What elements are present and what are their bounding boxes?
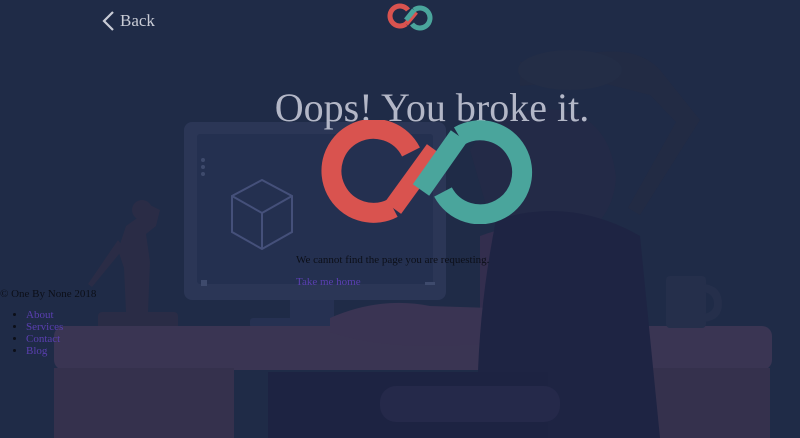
back-button[interactable]: Back <box>100 8 155 34</box>
infinity-logo-icon <box>321 118 533 225</box>
back-label: Back <box>120 11 155 30</box>
chevron-left-icon <box>100 10 116 32</box>
footer-nav-item: About <box>26 309 63 321</box>
nav-link-contact[interactable]: Contact <box>26 333 60 345</box>
take-me-home-link[interactable]: Take me home <box>296 276 361 288</box>
nav-link-blog[interactable]: Blog <box>26 345 47 357</box>
infinity-logo-icon <box>387 3 433 31</box>
footer-nav-item: Contact <box>26 333 63 345</box>
footer-nav: About Services Contact Blog <box>0 309 63 357</box>
brand-logo[interactable] <box>386 3 434 36</box>
copyright-text: © One By None 2018 <box>0 288 97 300</box>
brand-logo-large <box>313 118 541 229</box>
nav-link-services[interactable]: Services <box>26 321 63 333</box>
footer-nav-item: Blog <box>26 345 63 357</box>
error-message: We cannot find the page you are requesti… <box>296 254 490 266</box>
footer-nav-item: Services <box>26 321 63 333</box>
nav-link-about[interactable]: About <box>26 309 54 321</box>
